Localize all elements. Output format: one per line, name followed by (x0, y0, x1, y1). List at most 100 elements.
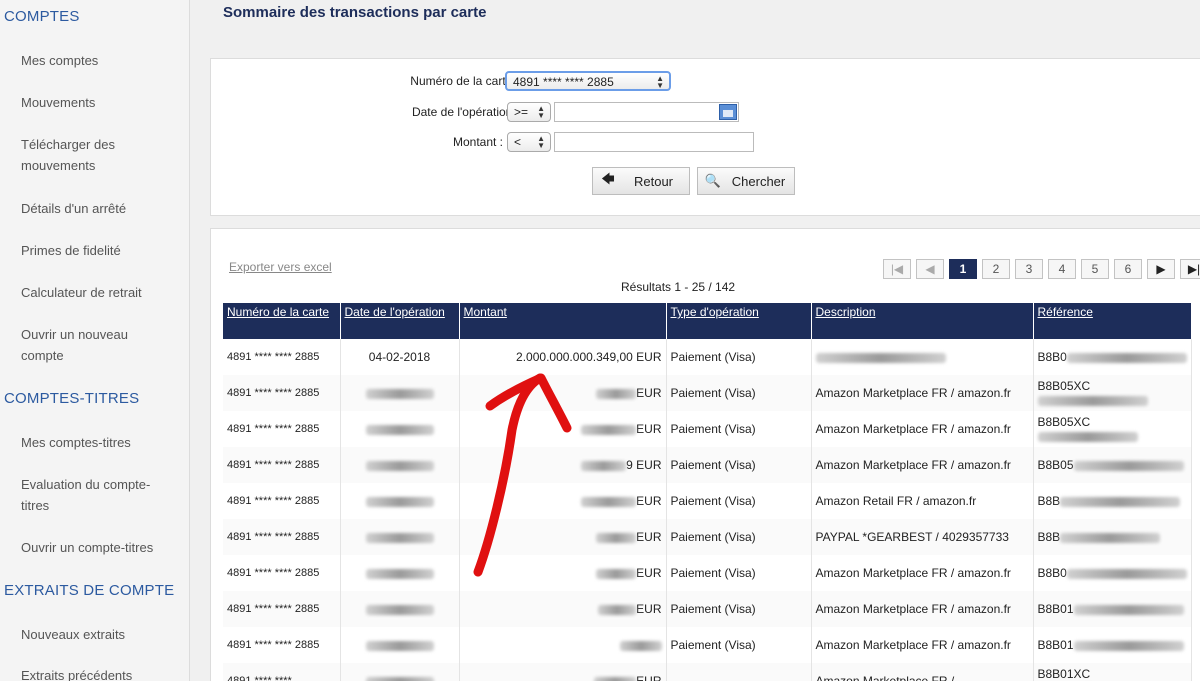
sidebar-item-mes-comptes[interactable]: Mes comptes (21, 50, 181, 71)
column-header-date[interactable]: Date de l'opération (340, 303, 460, 339)
results-count: Résultats 1 - 25 / 142 (621, 280, 736, 294)
cell-reference: B8B0 (1033, 339, 1192, 375)
table-row[interactable]: 4891 **** **** 2885 EUR Paiement (Visa) Ama… (223, 483, 1192, 519)
column-header-amount[interactable]: Montant (459, 303, 667, 339)
sidebar-item-calculateur-retrait[interactable]: Calculateur de retrait (21, 282, 181, 303)
calendar-icon[interactable] (719, 104, 737, 120)
redacted-blur (1060, 532, 1161, 543)
export-excel-link[interactable]: Exporter vers excel (229, 260, 332, 274)
redacted-blur (581, 424, 637, 435)
card-number-value: 4891 **** **** 2885 (513, 75, 614, 89)
next-page-icon[interactable]: ▶ (1147, 259, 1175, 279)
sidebar-heading-comptes[interactable]: COMPTES (0, 8, 80, 25)
table-row[interactable]: 4891 **** **** 2885 Paiement (Visa) Amazon… (223, 627, 1192, 663)
cell-reference-text: B8B01 (1037, 602, 1074, 616)
table-row[interactable]: 4891 **** **** 2885 04-02-2018 2.000.000.0… (223, 339, 1192, 375)
sidebar-item-nouveaux-extraits[interactable]: Nouveaux extraits (21, 624, 181, 645)
cell-description: Amazon Marketplace FR / amazon.fr (811, 627, 1034, 663)
cell-type-text: Paiement (Visa) (670, 566, 756, 580)
table-row[interactable]: 4891 **** **** 2885 EUR Paiement (Visa) Ama… (223, 411, 1192, 447)
cell-amount: 9 EUR (459, 447, 667, 483)
sidebar-item-ouvrir-compte[interactable]: Ouvrir un nouveau compte (21, 324, 151, 366)
page-button-3[interactable]: 3 (1015, 259, 1043, 279)
cell-amount: EUR (459, 483, 667, 519)
cell-reference-text: B8B0 (1037, 350, 1067, 364)
sidebar-item-mes-comptes-titres[interactable]: Mes comptes-titres (21, 432, 181, 453)
cell-description-text: Amazon Marketplace FR / amazon.fr (815, 458, 1011, 472)
cell-reference-text: B8B (1037, 530, 1061, 544)
cell-reference: B8B0 (1033, 555, 1192, 591)
sidebar-heading-comptes-titres[interactable]: COMPTES-TITRES (0, 390, 139, 407)
first-page-icon[interactable]: |◀ (883, 259, 911, 279)
cell-reference-text: B8B (1037, 494, 1061, 508)
table-row[interactable]: 4891 **** **** 2885 EUR Paiement (Visa) Ama… (223, 375, 1192, 411)
column-header-reference[interactable]: Référence (1033, 303, 1192, 339)
cell-card-text: 4891 **** **** 2885 (227, 351, 320, 363)
cell-description-text: Amazon Marketplace FR / amazon.fr (815, 602, 1011, 616)
page-button-6[interactable]: 6 (1114, 259, 1142, 279)
last-page-icon[interactable]: ▶| (1180, 259, 1200, 279)
cell-reference: B8B (1033, 483, 1192, 519)
sidebar-item-mouvements[interactable]: Mouvements (21, 92, 181, 113)
cell-card: 4891 **** **** 2885 (223, 447, 341, 483)
search-button[interactable]: 🔍 Chercher (697, 167, 795, 195)
cell-type-text: Paiement (Visa) (670, 386, 756, 400)
sidebar-heading-extraits[interactable]: EXTRAITS DE COMPTE (0, 582, 174, 599)
cell-amount: EUR (459, 519, 667, 555)
cell-type: Paiement (Visa) (666, 339, 812, 375)
cell-card-text: 4891 **** **** 2885 (227, 603, 320, 615)
cell-date (340, 483, 460, 519)
table-row[interactable]: 4891 **** **** 2885 9 EUR Paiement (Visa) A… (223, 447, 1192, 483)
column-header-card[interactable]: Numéro de la carte (223, 303, 341, 339)
cell-reference-text: B8B05XC (1037, 379, 1091, 393)
page-button-5[interactable]: 5 (1081, 259, 1109, 279)
redacted-blur (1060, 496, 1181, 507)
sidebar-item-primes-fidelite[interactable]: Primes de fidelité (21, 240, 181, 261)
cell-date (340, 627, 460, 663)
cell-reference-text: B8B05XC (1037, 415, 1091, 429)
sidebar-item-telecharger-mouvements[interactable]: Télécharger des mouvements (21, 134, 146, 176)
sidebar-item-evaluation-compte-titres[interactable]: Evaluation du compte-titres (21, 474, 176, 516)
cell-reference: B8B05 (1033, 447, 1192, 483)
page-button-1[interactable]: 1 (949, 259, 977, 279)
cell-reference-text: B8B0 (1037, 566, 1067, 580)
column-header-type[interactable]: Type d'opération (666, 303, 812, 339)
card-number-select[interactable]: 4891 **** **** 2885 ▲ ▼ (505, 71, 671, 91)
cell-date (340, 447, 460, 483)
cell-description: Amazon Retail FR / amazon.fr (811, 483, 1034, 519)
sidebar-item-details-arrete[interactable]: Détails d'un arrêté (21, 198, 181, 219)
cell-amount-text: EUR (636, 566, 662, 580)
amount-input[interactable] (554, 132, 754, 152)
cell-description: Amazon Marketplace FR / amazon.fr (811, 411, 1034, 447)
amount-operator-select[interactable]: < ▲ ▼ (507, 132, 551, 152)
cell-description: Amazon Marketplace FR / amazon.fr (811, 591, 1034, 627)
table-row[interactable]: 4891 **** **** 2885 EUR Paiement (Visa) Ama… (223, 591, 1192, 627)
table-header-row: Numéro de la carte Date de l'opération M… (223, 303, 1192, 339)
cell-type: Paiement (Visa) (666, 411, 812, 447)
cell-card: 4891 **** **** 2885 (223, 483, 341, 519)
table-row[interactable]: 4891 **** **** 2885 EUR Paiement (Visa) Ama… (223, 555, 1192, 591)
cell-amount: 2.000.000.000.349,00 EUR (459, 339, 667, 375)
sidebar-item-ouvrir-compte-titres[interactable]: Ouvrir un compte-titres (21, 537, 181, 558)
prev-page-icon[interactable]: ◀ (916, 259, 944, 279)
table-row[interactable]: 4891 **** **** 2885 EUR Paiement (Visa) PAY… (223, 519, 1192, 555)
sidebar-item-extraits-precedents[interactable]: Extraits précédents (21, 665, 181, 681)
cell-reference-text: B8B01XC (1037, 667, 1091, 681)
cell-type-text: Paiement (Visa) (670, 530, 756, 544)
cell-description-text: Amazon Marketplace FR / (815, 674, 955, 681)
select-arrows-icon: ▲ ▼ (537, 134, 545, 150)
page-button-4[interactable]: 4 (1048, 259, 1076, 279)
back-button[interactable]: 🡄 Retour (592, 167, 690, 195)
cell-card-text: 4891 **** **** 2885 (227, 567, 320, 579)
date-input[interactable] (554, 102, 739, 122)
table-row[interactable]: 4891 **** **** EUR Amazon Marketplace FR /… (223, 663, 1192, 681)
column-header-description[interactable]: Description (811, 303, 1034, 339)
page-button-2[interactable]: 2 (982, 259, 1010, 279)
cell-card: 4891 **** **** 2885 (223, 627, 341, 663)
cell-amount-text: EUR (636, 602, 662, 616)
cell-description-text: PAYPAL *GEARBEST / 4029357733 (815, 530, 1009, 544)
cell-date: 04-02-2018 (340, 339, 460, 375)
search-button-label: Chercher (731, 173, 786, 189)
date-operator-select[interactable]: >= ▲ ▼ (507, 102, 551, 122)
cell-card: 4891 **** **** (223, 663, 341, 681)
